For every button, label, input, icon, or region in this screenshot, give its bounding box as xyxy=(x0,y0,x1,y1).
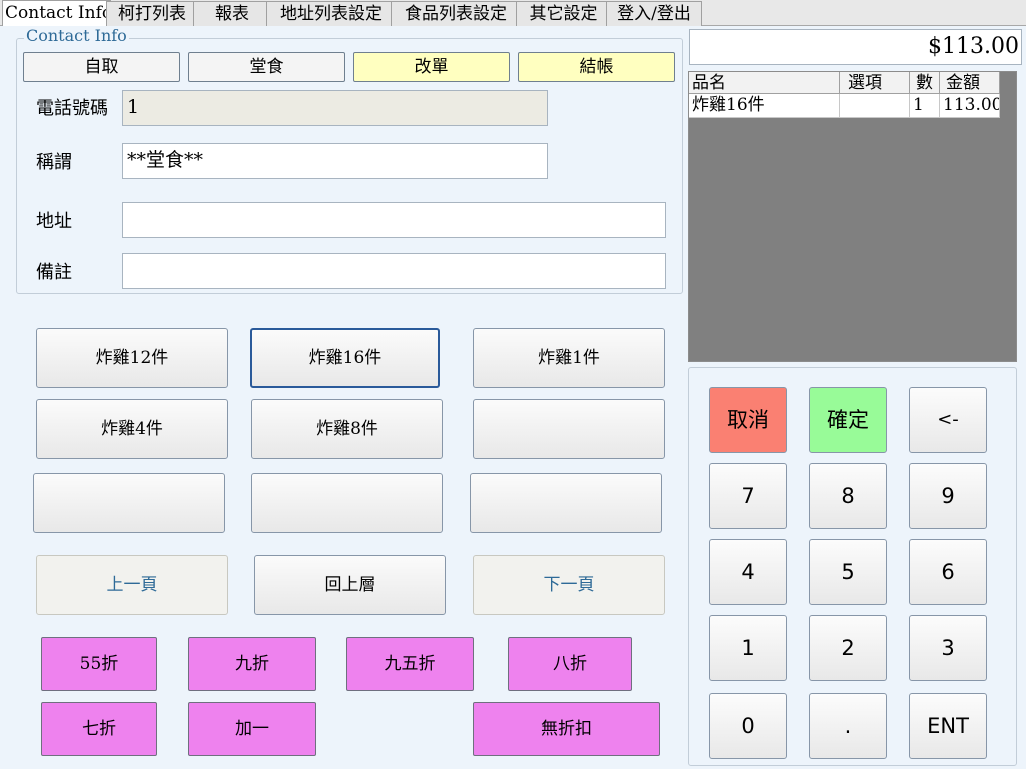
food-button-7[interactable] xyxy=(33,473,225,533)
key-9[interactable]: 9 xyxy=(909,463,987,529)
food-button-1[interactable]: 炸雞12件 xyxy=(36,328,228,388)
column-header-option[interactable]: 選項 xyxy=(840,72,910,94)
next-page-button[interactable]: 下一頁 xyxy=(473,555,665,615)
table-row-amount[interactable]: 113.00 xyxy=(940,94,1000,118)
tab-other-settings[interactable]: 其它設定 xyxy=(516,1,611,26)
address-label: 地址 xyxy=(36,211,72,232)
modify-order-button[interactable]: 改單 xyxy=(353,52,510,82)
backspace-key[interactable]: <- xyxy=(909,387,987,453)
cancel-key[interactable]: 取消 xyxy=(709,387,787,453)
contact-info-legend: Contact Info xyxy=(24,26,129,46)
column-header-qty[interactable]: 數 xyxy=(910,72,940,94)
table-row-option[interactable] xyxy=(840,94,910,118)
tab-bar: Contact Info 柯打列表 報表 地址列表設定 食品列表設定 其它設定 … xyxy=(0,0,1026,27)
order-total: $113.00 xyxy=(689,29,1022,65)
takeaway-button[interactable]: 自取 xyxy=(23,52,180,82)
key-4[interactable]: 4 xyxy=(709,539,787,605)
tab-reports[interactable]: 報表 xyxy=(193,1,271,26)
tab-order-list[interactable]: 柯打列表 xyxy=(106,1,198,26)
enter-key[interactable]: ENT xyxy=(909,693,987,759)
key-0[interactable]: 0 xyxy=(709,693,787,759)
table-row-qty[interactable]: 1 xyxy=(910,94,940,118)
order-grid[interactable]: 品名 選項 數 金額 炸雞16件 1 113.00 xyxy=(688,71,1017,362)
food-button-8[interactable] xyxy=(251,473,443,533)
prev-page-button[interactable]: 上一頁 xyxy=(36,555,228,615)
back-level-button[interactable]: 回上層 xyxy=(254,555,446,615)
name-label: 稱謂 xyxy=(36,152,72,173)
key-dot[interactable]: . xyxy=(809,693,887,759)
column-header-name[interactable]: 品名 xyxy=(689,72,840,94)
key-5[interactable]: 5 xyxy=(809,539,887,605)
food-button-6[interactable] xyxy=(473,399,665,459)
discount-95-button[interactable]: 九五折 xyxy=(346,637,474,691)
dine-in-button[interactable]: 堂食 xyxy=(188,52,345,82)
column-header-amount[interactable]: 金額 xyxy=(940,72,1000,94)
food-button-3[interactable]: 炸雞1件 xyxy=(473,328,665,388)
food-button-5[interactable]: 炸雞8件 xyxy=(251,399,443,459)
name-field[interactable]: **堂食** xyxy=(122,143,548,179)
key-6[interactable]: 6 xyxy=(909,539,987,605)
discount-90-button[interactable]: 九折 xyxy=(188,637,316,691)
address-field[interactable] xyxy=(122,202,666,238)
key-3[interactable]: 3 xyxy=(909,615,987,681)
food-button-2[interactable]: 炸雞16件 xyxy=(250,328,440,388)
discount-80-button[interactable]: 八折 xyxy=(508,637,632,691)
confirm-key[interactable]: 確定 xyxy=(809,387,887,453)
no-discount-button[interactable]: 無折扣 xyxy=(473,702,660,756)
tab-login-logout[interactable]: 登入/登出 xyxy=(606,1,702,26)
key-1[interactable]: 1 xyxy=(709,615,787,681)
key-7[interactable]: 7 xyxy=(709,463,787,529)
phone-field[interactable]: 1 xyxy=(122,90,548,126)
tab-food-settings[interactable]: 食品列表設定 xyxy=(391,1,521,26)
notes-field[interactable] xyxy=(122,253,666,289)
discount-55-button[interactable]: 55折 xyxy=(41,637,157,691)
tab-address-settings[interactable]: 地址列表設定 xyxy=(266,1,396,26)
notes-label: 備註 xyxy=(36,262,72,283)
phone-label: 電話號碼 xyxy=(36,98,108,119)
key-2[interactable]: 2 xyxy=(809,615,887,681)
tab-contact-info[interactable]: Contact Info xyxy=(2,0,111,27)
service-charge-button[interactable]: 加一 xyxy=(188,702,316,756)
table-row-name[interactable]: 炸雞16件 xyxy=(689,94,840,118)
checkout-button[interactable]: 結帳 xyxy=(518,52,675,82)
food-button-4[interactable]: 炸雞4件 xyxy=(36,399,228,459)
discount-70-button[interactable]: 七折 xyxy=(41,702,157,756)
food-button-9[interactable] xyxy=(470,473,662,533)
key-8[interactable]: 8 xyxy=(809,463,887,529)
